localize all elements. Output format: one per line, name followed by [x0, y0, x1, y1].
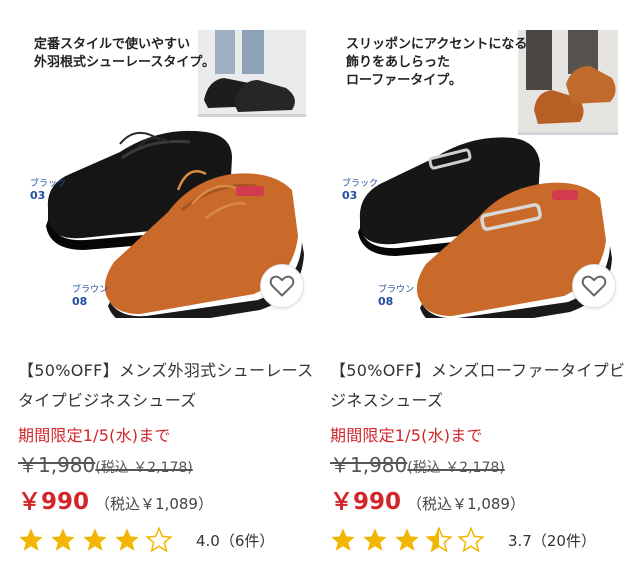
original-price: ￥1,980(税込 ￥2,178)	[18, 453, 193, 477]
color-label-brown: ブラウン 08	[378, 285, 415, 308]
product-title[interactable]: 【50%OFF】メンズローファータイプビジネスシューズ	[330, 356, 626, 416]
limited-offer-text: 期間限定1/5(水)まで	[18, 426, 171, 445]
product-grid: 定番スタイルで使いやすい 外羽根式シューレースタイプ。 ブラック 03 ブラウン…	[0, 0, 640, 576]
product-card[interactable]: スリッポンにアクセントになる 飾りをあしらった ローファータイプ。 ブラック 0…	[322, 0, 632, 576]
star-empty-icon	[457, 526, 485, 553]
sale-price: ￥990 （税込￥1,089）	[330, 489, 525, 515]
star-empty-icon	[145, 526, 173, 553]
color-label-black: ブラック 03	[30, 179, 67, 202]
rating-text: 4.0（6件）	[196, 531, 275, 550]
color-label-black: ブラック 03	[342, 179, 379, 202]
rating: 4.0（6件）	[16, 526, 274, 554]
star-half-icon	[425, 526, 453, 553]
limited-offer-text: 期間限定1/5(水)まで	[330, 426, 483, 445]
original-price: ￥1,980(税込 ￥2,178)	[330, 453, 505, 477]
sale-price: ￥990 （税込￥1,089）	[18, 489, 213, 515]
heart-outline-icon	[269, 275, 295, 297]
color-label-brown: ブラウン 08	[72, 285, 109, 308]
star-full-icon	[51, 528, 75, 551]
rating: 3.7（20件）	[328, 526, 596, 554]
star-full-icon	[83, 528, 107, 551]
star-full-icon	[19, 528, 43, 551]
star-full-icon	[363, 528, 387, 551]
photo-caption: スリッポンにアクセントになる 飾りをあしらった ローファータイプ。	[346, 37, 528, 88]
heart-outline-icon	[581, 275, 607, 297]
favorite-button[interactable]	[572, 264, 616, 308]
rating-text: 3.7（20件）	[508, 531, 596, 550]
favorite-button[interactable]	[260, 264, 304, 308]
star-full-icon	[115, 528, 139, 551]
star-full-icon	[331, 528, 355, 551]
product-title[interactable]: 【50%OFF】メンズ外羽式シューレースタイプビジネスシューズ	[18, 356, 314, 416]
product-card[interactable]: 定番スタイルで使いやすい 外羽根式シューレースタイプ。 ブラック 03 ブラウン…	[10, 0, 320, 576]
photo-caption: 定番スタイルで使いやすい 外羽根式シューレースタイプ。	[34, 37, 215, 70]
star-full-icon	[395, 528, 419, 551]
